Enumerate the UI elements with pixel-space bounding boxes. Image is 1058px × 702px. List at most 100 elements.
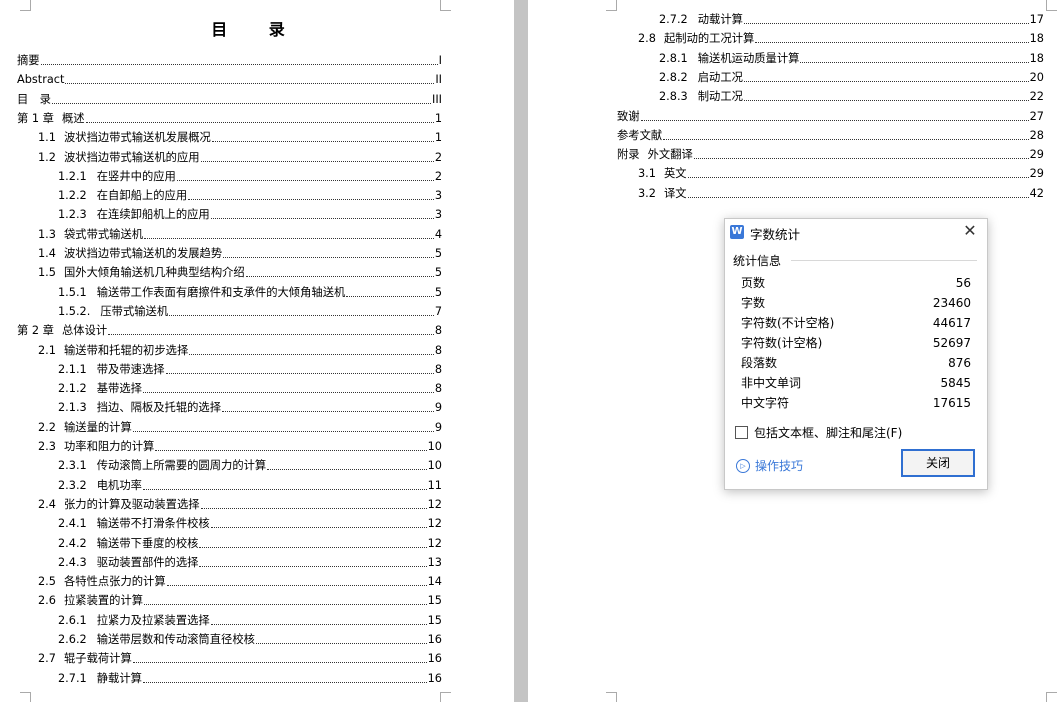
toc-entry[interactable]: 2.7 辊子载荷计算 16 <box>38 651 442 667</box>
toc-entry-page: 28 <box>1029 128 1044 142</box>
toc-entry[interactable]: 2.4.1 输送带不打滑条件校核 12 <box>58 516 442 532</box>
toc-entry-number: 1.2.1 <box>58 169 87 183</box>
close-button[interactable]: 关闭 <box>901 449 975 477</box>
toc-entry[interactable]: 第 1 章概述 1 <box>17 111 442 127</box>
toc-leader <box>211 130 434 143</box>
toc-entry[interactable]: 1.2.1 在竖井中的应用 2 <box>58 169 442 185</box>
toc-entry-label: 输送带工作表面有磨擦件和支承件的大倾角轴送机 <box>96 285 346 299</box>
toc-entry[interactable]: 2.1.3 挡边、隔板及托辊的选择 9 <box>58 400 442 416</box>
toc-leader <box>85 111 434 123</box>
toc-entry-label: 拉紧装置的计算 <box>63 594 144 608</box>
word-count-dialog: W 字数统计 ✕ 统计信息 页数 56 字数 23460 字符数(不计空格) 44617 字… <box>724 218 988 490</box>
toc-entry[interactable]: 1.2.3 在连续卸船机上的应用 3 <box>58 207 442 223</box>
crop-mark <box>20 692 31 702</box>
toc-entry-page: 2 <box>434 169 442 183</box>
toc-entry[interactable]: 2.3.2 电机功率 11 <box>58 478 442 494</box>
toc-entry[interactable]: 3.1 英文 29 <box>638 166 1044 182</box>
toc-entry-number: 附录 <box>617 148 640 162</box>
toc-entry[interactable]: 2.5 各特性点张力的计算 14 <box>38 574 442 590</box>
toc-entry[interactable]: 3.2 译文 42 <box>638 186 1044 202</box>
toc-entry[interactable]: 1.4 波状挡边带式输送机的发展趋势 5 <box>38 246 442 262</box>
stat-label: 字数 <box>741 296 766 310</box>
toc-leader <box>210 516 427 529</box>
toc-entry-label: 挡边、隔板及托辊的选择 <box>96 401 222 415</box>
dialog-titlebar: W 字数统计 ✕ <box>725 219 987 245</box>
toc-entry[interactable]: 参考文献 28 <box>617 128 1044 144</box>
toc-leader <box>346 285 434 297</box>
toc-leader <box>687 186 1029 198</box>
toc-entry-number: 2.5 <box>38 575 56 589</box>
toc-entry-label: 概述 <box>61 111 85 125</box>
toc-entry[interactable]: 1.5.1 输送带工作表面有磨擦件和支承件的大倾角轴送机 5 <box>58 285 442 301</box>
toc-entry-label: 动载计算 <box>697 13 743 26</box>
toc-entry[interactable]: 2.1.2 基带选择 8 <box>58 381 442 397</box>
toc-leader <box>255 632 427 644</box>
toc-entry-page: 16 <box>427 671 442 685</box>
toc-entry[interactable]: 2.1.1 带及带速选择 8 <box>58 362 442 378</box>
toc-entry-label: 在自卸船上的应用 <box>96 189 188 203</box>
toc-entry[interactable]: 2.6.2 输送带层数和传动滚筒直径校核 16 <box>58 632 442 648</box>
toc-entry-label: 参考文献 <box>617 128 663 142</box>
toc-entry[interactable]: 2.8.3 制动工况 22 <box>659 89 1044 105</box>
toc-leader <box>65 72 435 85</box>
toc-entry[interactable]: 2.7.2 动载计算 17 <box>659 12 1044 28</box>
toc-entry-page: 15 <box>427 613 442 627</box>
toc-entry-number: 第 2 章 <box>17 324 54 338</box>
toc-leader <box>743 89 1029 102</box>
toc-entry-page: 8 <box>434 343 442 357</box>
toc-entry-page: 1 <box>434 111 442 125</box>
toc-entry[interactable]: 2.6 拉紧装置的计算 15 <box>38 593 442 609</box>
toc-entry-page: 10 <box>427 440 442 453</box>
toc-entry[interactable]: 致谢 27 <box>617 109 1044 125</box>
toc-entry[interactable]: 1.3 袋式带式输送机 4 <box>38 227 442 243</box>
toc-entry-page: 3 <box>434 208 442 222</box>
toc-entry-page: 7 <box>434 304 442 318</box>
toc-entry-number: 2.3.1 <box>58 459 87 473</box>
tips-link[interactable]: ▷ 操作技巧 <box>736 457 803 474</box>
toc-entry[interactable]: 第 2 章总体设计 8 <box>17 323 442 339</box>
toc-entry-number: 2.4.3 <box>58 555 87 569</box>
toc-entry[interactable]: 2.1 输送带和托辊的初步选择 8 <box>38 343 442 359</box>
toc-leader <box>132 420 434 432</box>
crop-mark <box>606 692 617 702</box>
stat-row: 字数 23460 <box>741 293 971 313</box>
include-textbox-checkbox[interactable] <box>735 425 748 439</box>
toc-entry[interactable]: 1.2 波状挡边带式输送机的应用 2 <box>38 150 442 166</box>
toc-entry-number: 2.7.2 <box>659 13 688 26</box>
toc-entry[interactable]: 摘要 I <box>17 53 442 69</box>
toc-entry[interactable]: 2.4 张力的计算及驱动装置选择 12 <box>38 497 442 513</box>
toc-entry[interactable]: 2.3.1 传动滚筒上所需要的圆周力的计算 10 <box>58 458 442 474</box>
toc-entry[interactable]: 2.2 输送量的计算 9 <box>38 420 442 436</box>
play-circle-icon: ▷ <box>736 458 750 473</box>
crop-mark <box>20 0 31 11</box>
toc-entry-page: 14 <box>427 575 442 589</box>
toc-entry[interactable]: Abstract II <box>17 72 442 88</box>
toc-entry[interactable]: 2.4.3 驱动装置部件的选择 13 <box>58 555 442 571</box>
toc-entry-page: 29 <box>1029 167 1044 181</box>
include-textbox-checkbox-row[interactable]: 包括文本框、脚注和尾注(F) <box>735 424 902 440</box>
toc-entry[interactable]: 1.1 波状挡边带式输送机发展概况 1 <box>38 130 442 146</box>
toc-entry[interactable]: 1.2.2 在自卸船上的应用 3 <box>58 188 442 204</box>
toc-entry[interactable]: 附录 外文翻译 29 <box>617 147 1044 163</box>
close-icon[interactable]: ✕ <box>961 222 979 240</box>
toc-entry[interactable]: 2.7.1 静载计算 16 <box>58 671 442 687</box>
toc-entry[interactable]: 2.4.2 输送带下垂度的校核 12 <box>58 536 442 552</box>
toc-leader <box>188 188 434 201</box>
toc-entry-page: 13 <box>427 555 442 569</box>
toc-leader <box>155 439 427 451</box>
toc-entry-label: 摘要 <box>17 54 40 67</box>
toc-leader <box>687 166 1029 179</box>
toc-entry[interactable]: 2.8.1 输送机运动质量计算 18 <box>659 51 1044 67</box>
toc-entry[interactable]: 2.6.1 拉紧力及拉紧装置选择 15 <box>58 613 442 629</box>
stat-row: 字符数(计空格) 52697 <box>741 333 971 353</box>
toc-entry-page: 8 <box>434 362 442 376</box>
toc-entry[interactable]: 1.5 国外大倾角输送机几种典型结构介绍 5 <box>38 265 442 281</box>
toc-entry[interactable]: 2.8 起制动的工况计算 18 <box>638 31 1044 47</box>
toc-entry[interactable]: 2.8.2 启动工况 20 <box>659 70 1044 86</box>
toc-entry-page: 27 <box>1029 109 1044 123</box>
stat-value: 52697 <box>932 336 971 350</box>
toc-entry[interactable]: 2.3 功率和阻力的计算 10 <box>38 439 442 455</box>
toc-entry[interactable]: 目 录 III <box>17 92 442 108</box>
toc-entry-number: 2.1.2 <box>58 382 87 396</box>
toc-entry[interactable]: 1.5.2. 压带式输送机 7 <box>58 304 442 320</box>
